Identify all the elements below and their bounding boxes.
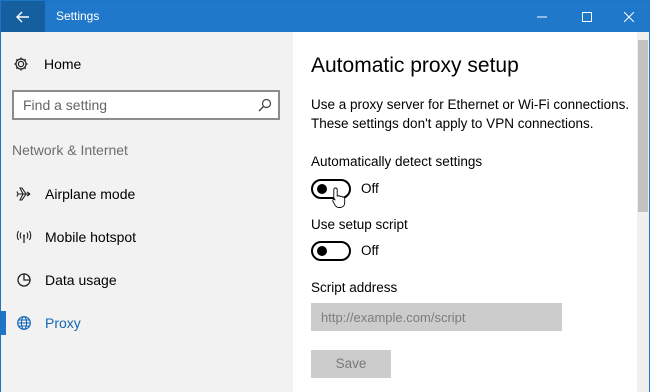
- page-title: Automatic proxy setup: [311, 54, 519, 77]
- data-usage-icon: [15, 271, 33, 289]
- sidebar-item-mobile-hotspot[interactable]: Mobile hotspot: [1, 219, 293, 255]
- close-button[interactable]: [609, 1, 649, 32]
- sidebar: Home Network & Internet Airplane mode: [1, 32, 293, 392]
- globe-icon: [15, 314, 33, 332]
- auto-detect-label: Automatically detect settings: [311, 154, 483, 169]
- save-button[interactable]: Save: [311, 350, 391, 378]
- hotspot-icon: [15, 228, 33, 246]
- sidebar-item-label: Airplane mode: [45, 186, 136, 202]
- scrollbar[interactable]: [637, 32, 649, 392]
- script-address-input[interactable]: [311, 303, 562, 331]
- minimize-button[interactable]: [519, 1, 565, 32]
- setup-script-label: Use setup script: [311, 217, 408, 232]
- title-bar: Settings: [1, 1, 649, 32]
- sidebar-item-label: Mobile hotspot: [45, 229, 137, 245]
- auto-detect-state: Off: [361, 181, 379, 196]
- sidebar-item-proxy[interactable]: Proxy: [1, 305, 293, 341]
- search-icon[interactable]: [258, 98, 272, 112]
- script-address-label: Script address: [311, 280, 398, 295]
- window-title: Settings: [56, 9, 100, 23]
- scrollbar-thumb[interactable]: [638, 40, 648, 212]
- toggle-knob: [317, 184, 327, 194]
- sidebar-item-airplane-mode[interactable]: Airplane mode: [1, 176, 293, 212]
- gear-icon: [14, 57, 28, 71]
- back-button[interactable]: [1, 1, 45, 32]
- description-line: These settings don't apply to VPN connec…: [311, 116, 594, 131]
- settings-window: Settings Home Find a setting Network & I…: [0, 0, 650, 392]
- selection-indicator: [1, 311, 6, 335]
- home-label: Home: [44, 56, 82, 72]
- sidebar-item-home[interactable]: Home: [13, 54, 81, 74]
- sidebar-item-data-usage[interactable]: Data usage: [1, 262, 293, 298]
- search-box[interactable]: [12, 90, 280, 120]
- proxy-description: Use a proxy server for Ethernet or Wi-Fi…: [311, 95, 641, 133]
- toggle-knob: [317, 246, 327, 256]
- sidebar-item-label: Data usage: [45, 272, 117, 288]
- maximize-icon: [582, 11, 592, 22]
- sidebar-item-label: Proxy: [45, 315, 81, 331]
- search-input[interactable]: [23, 92, 248, 118]
- setup-script-toggle[interactable]: [311, 241, 351, 261]
- close-icon: [624, 11, 634, 22]
- setup-script-state: Off: [361, 243, 379, 258]
- section-label: Network & Internet: [12, 142, 128, 158]
- description-line: Use a proxy server for Ethernet or Wi-Fi…: [311, 97, 630, 112]
- back-arrow-icon: [16, 11, 29, 22]
- airplane-icon: [15, 185, 33, 203]
- maximize-button[interactable]: [564, 1, 610, 32]
- mouse-cursor-icon: [332, 187, 346, 208]
- main-content: Automatic proxy setup Use a proxy server…: [293, 32, 637, 392]
- minimize-icon: [537, 16, 547, 17]
